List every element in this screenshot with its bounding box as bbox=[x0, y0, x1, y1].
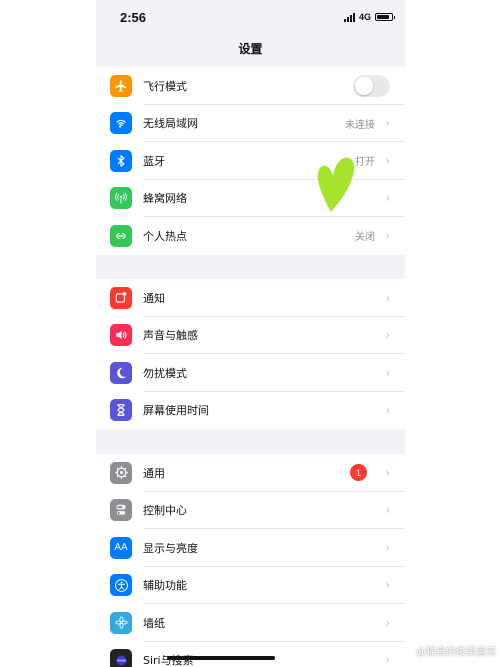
chevron-right-icon: › bbox=[385, 653, 390, 667]
accessibility-icon bbox=[110, 574, 132, 597]
notifications-icon bbox=[110, 286, 132, 309]
row-label: 通用 bbox=[143, 466, 165, 480]
row-screen-time[interactable]: 屏幕使用时间 › bbox=[96, 392, 405, 430]
display-icon: AA bbox=[110, 536, 132, 559]
row-general[interactable]: 通用 1 › bbox=[96, 454, 405, 492]
row-value: 关闭 bbox=[355, 232, 375, 244]
home-indicator[interactable] bbox=[167, 656, 275, 660]
chevron-right-icon: › bbox=[385, 403, 390, 418]
airplane-icon bbox=[110, 74, 132, 97]
row-airplane-mode[interactable]: 飞行模式 bbox=[96, 67, 405, 105]
row-label: 飞行模式 bbox=[143, 79, 187, 93]
row-wallpaper[interactable]: 墙纸 › bbox=[96, 604, 405, 642]
row-label: 屏幕使用时间 bbox=[143, 404, 209, 418]
siri-icon bbox=[110, 649, 132, 667]
chevron-right-icon: › bbox=[385, 328, 390, 343]
hourglass-icon bbox=[110, 399, 132, 422]
row-siri-search[interactable]: Siri与搜索 › bbox=[96, 642, 405, 667]
chevron-right-icon: › bbox=[385, 615, 390, 630]
watermark: @猫自的俊果盖究 bbox=[416, 647, 496, 658]
chevron-right-icon: › bbox=[385, 578, 390, 593]
row-accessibility[interactable]: 辅助功能 › bbox=[96, 567, 405, 604]
status-time: 2:56 bbox=[120, 10, 147, 25]
page-title: 设置 bbox=[238, 42, 263, 56]
row-label: 墙纸 bbox=[143, 616, 165, 630]
heart-doodle bbox=[317, 157, 355, 212]
row-label: 控制中心 bbox=[143, 504, 187, 518]
chevron-right-icon: › bbox=[385, 503, 390, 518]
row-notifications[interactable]: 通知 › bbox=[96, 279, 405, 317]
bluetooth-icon bbox=[110, 149, 132, 172]
chevron-right-icon: › bbox=[385, 540, 390, 555]
wallpaper-icon bbox=[110, 611, 132, 634]
row-display-brightness[interactable]: AA 显示与亮度 › bbox=[96, 529, 405, 567]
status-indicators: 4G bbox=[343, 12, 395, 22]
chevron-right-icon: › bbox=[385, 228, 390, 243]
row-label: 声音与触感 bbox=[143, 329, 198, 343]
row-sounds-haptics[interactable]: 声音与触感 › bbox=[96, 317, 405, 354]
row-do-not-disturb[interactable]: 勿扰模式 › bbox=[96, 354, 405, 392]
row-label: 个人热点 bbox=[143, 229, 187, 243]
wifi-icon bbox=[110, 112, 132, 135]
chevron-right-icon: › bbox=[385, 191, 390, 206]
settings-screen: 2:56 4G 设置 飞行模式 无线局域网 未连接 › 蓝牙 打开 › 蜂窝网络… bbox=[96, 0, 405, 667]
row-wifi[interactable]: 无线局域网 未连接 › bbox=[96, 105, 405, 142]
chevron-right-icon: › bbox=[385, 465, 390, 480]
hotspot-icon bbox=[110, 224, 132, 247]
chevron-right-icon: › bbox=[385, 116, 390, 131]
signal-icon bbox=[343, 12, 355, 22]
sound-icon bbox=[110, 324, 132, 347]
chevron-right-icon: › bbox=[385, 290, 390, 305]
network-type: 4G bbox=[358, 12, 371, 22]
row-label: 勿扰模式 bbox=[143, 366, 187, 380]
row-personal-hotspot[interactable]: 个人热点 关闭 › bbox=[96, 217, 405, 255]
row-value: 未连接 bbox=[345, 119, 375, 131]
gear-icon bbox=[110, 461, 132, 484]
settings-group-notifications: 通知 › 声音与触感 › 勿扰模式 › 屏幕使用时间 › bbox=[96, 279, 405, 429]
notification-badge: 1 bbox=[350, 464, 367, 482]
chevron-right-icon: › bbox=[385, 153, 390, 168]
row-label: 显示与亮度 bbox=[143, 541, 198, 555]
row-label: 蜂窝网络 bbox=[143, 192, 187, 206]
cellular-icon bbox=[110, 187, 132, 210]
row-control-center[interactable]: 控制中心 › bbox=[96, 492, 405, 529]
row-label: 无线局域网 bbox=[143, 117, 198, 131]
airplane-mode-toggle[interactable] bbox=[353, 74, 390, 97]
settings-group-general: 通用 1 › 控制中心 › AA 显示与亮度 › 辅助功能 › 墙纸 › Sir… bbox=[96, 454, 405, 667]
row-label: 蓝牙 bbox=[143, 154, 165, 168]
battery-icon bbox=[375, 13, 395, 21]
status-bar: 2:56 4G bbox=[96, 0, 405, 36]
row-label: 通知 bbox=[143, 291, 165, 305]
chevron-right-icon: › bbox=[385, 365, 390, 380]
control-center-icon bbox=[110, 499, 132, 522]
row-label: 辅助功能 bbox=[143, 579, 187, 593]
moon-icon bbox=[110, 361, 132, 384]
